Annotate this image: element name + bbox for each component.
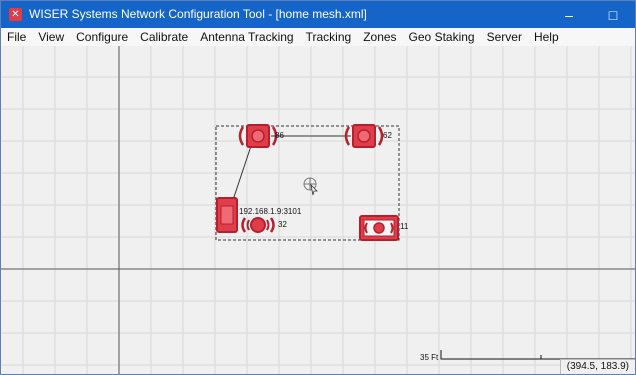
app-window: ✕ WISER Systems Network Configuration To… — [0, 0, 636, 375]
scale-bar — [440, 350, 635, 360]
network-canvas[interactable]: 86 62 192.168.1.9:3101 32 11 35 Ft — [1, 46, 635, 375]
canvas-svg[interactable]: 86 62 192.168.1.9:3101 32 11 35 Ft — [1, 46, 635, 375]
node-label-86: 86 — [275, 131, 284, 140]
node-3101[interactable] — [216, 197, 238, 233]
menu-geo-staking[interactable]: Geo Staking — [403, 28, 481, 46]
menu-help[interactable]: Help — [528, 28, 565, 46]
menu-antenna-tracking[interactable]: Antenna Tracking — [194, 28, 299, 46]
menu-bar: File View Configure Calibrate Antenna Tr… — [1, 28, 635, 46]
menu-view[interactable]: View — [32, 28, 70, 46]
grid — [1, 46, 635, 374]
menu-server[interactable]: Server — [481, 28, 528, 46]
menu-configure[interactable]: Configure — [70, 28, 134, 46]
scale-label: 35 Ft — [420, 353, 439, 362]
window-title: WISER Systems Network Configuration Tool… — [29, 7, 367, 21]
wiser-logo-icon: ✕ — [9, 8, 22, 21]
menu-file[interactable]: File — [1, 28, 32, 46]
node-label-32: 32 — [278, 220, 287, 229]
node-label-3101: 192.168.1.9:3101 — [239, 207, 302, 216]
node-62[interactable] — [344, 124, 384, 148]
menu-tracking[interactable]: Tracking — [300, 28, 358, 46]
coordinate-readout: (394.5, 183.9) — [559, 359, 635, 374]
node-label-62: 62 — [383, 131, 392, 140]
menu-zones[interactable]: Zones — [357, 28, 402, 46]
minimize-button[interactable]: – — [547, 1, 591, 28]
maximize-button[interactable]: □ — [591, 1, 635, 28]
menu-calibrate[interactable]: Calibrate — [134, 28, 194, 46]
node-label-11: 11 — [400, 222, 409, 231]
title-bar[interactable]: ✕ WISER Systems Network Configuration To… — [1, 1, 635, 28]
node-86[interactable] — [238, 124, 278, 148]
node-11[interactable] — [359, 215, 399, 241]
